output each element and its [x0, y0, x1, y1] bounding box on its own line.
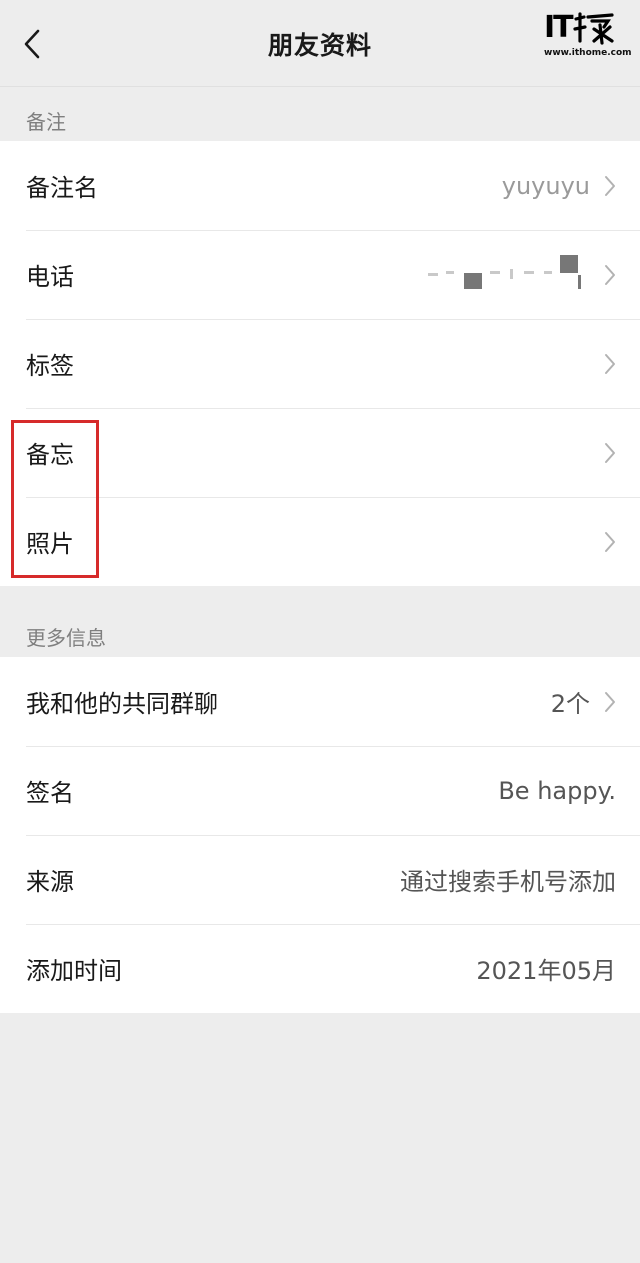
row-label: 备注名	[26, 174, 98, 202]
redacted-phone-number	[420, 254, 590, 295]
chevron-right-icon	[604, 691, 616, 713]
row-source: 来源 通过搜索手机号添加	[0, 835, 640, 924]
row-value: 通过搜索手机号添加	[400, 868, 616, 896]
row-value: 2个	[550, 690, 590, 718]
row-signature: 签名 Be happy.	[0, 746, 640, 835]
row-value: 2021年05月	[476, 957, 616, 985]
logo-url: www.ithome.com	[544, 48, 632, 58]
logo-home-glyph	[573, 12, 614, 45]
section-label-remarks: 备注	[26, 110, 66, 134]
row-tags[interactable]: 标签	[0, 319, 640, 408]
chevron-right-icon	[604, 264, 616, 286]
ithome-logo: IT www.ithome.com	[544, 10, 632, 64]
row-label: 电话	[26, 263, 74, 291]
row-label: 备忘	[26, 441, 74, 469]
row-label: 来源	[26, 868, 74, 896]
row-label: 照片	[26, 530, 74, 558]
row-label: 添加时间	[26, 957, 122, 985]
chevron-right-icon	[604, 353, 616, 375]
row-photos[interactable]: 照片	[0, 497, 640, 586]
chevron-right-icon	[604, 175, 616, 197]
row-value: yuyuyu	[501, 171, 590, 200]
row-label: 签名	[26, 779, 74, 807]
chevron-right-icon	[604, 442, 616, 464]
remarks-group: 备注名 yuyuyu 电话 标签 备忘 照片	[0, 141, 640, 586]
row-common-groups[interactable]: 我和他的共同群聊 2个	[0, 657, 640, 746]
logo-it-text: IT	[544, 10, 574, 45]
header-bar: 朋友资料 IT www.ithome.com	[0, 0, 640, 87]
row-remark-name[interactable]: 备注名 yuyuyu	[0, 141, 640, 230]
row-added-time: 添加时间 2021年05月	[0, 924, 640, 1013]
row-value: Be happy.	[498, 776, 616, 805]
row-memo[interactable]: 备忘	[0, 408, 640, 497]
row-label: 我和他的共同群聊	[26, 690, 218, 718]
row-label: 标签	[26, 352, 74, 380]
chevron-right-icon	[604, 531, 616, 553]
more-info-group: 我和他的共同群聊 2个 签名 Be happy. 来源 通过搜索手机号添加 添加…	[0, 657, 640, 1013]
row-phone[interactable]: 电话	[0, 230, 640, 319]
section-label-more-info: 更多信息	[26, 626, 106, 650]
